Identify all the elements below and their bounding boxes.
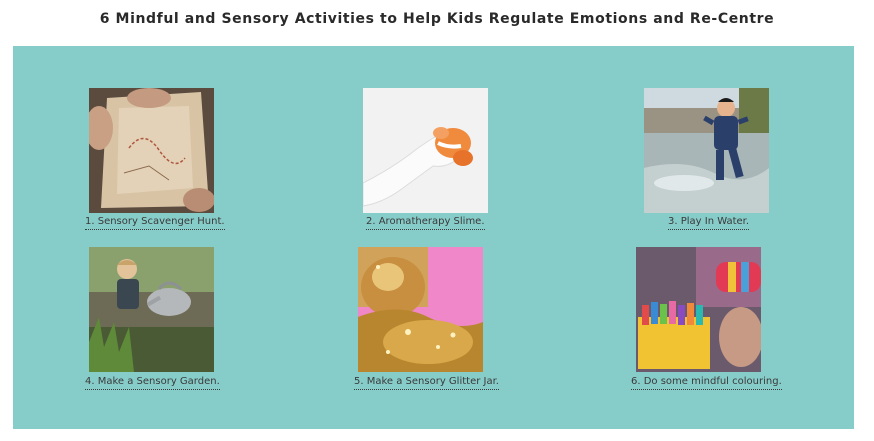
activity-image-6[interactable] — [636, 247, 761, 372]
child-watering-can-photo-icon — [89, 247, 214, 372]
activity-image-4[interactable] — [89, 247, 214, 372]
activity-link-5[interactable]: 5. Make a Sensory Glitter Jar. — [354, 376, 499, 390]
activity-link-6[interactable]: 6. Do some mindful colouring. — [631, 376, 782, 390]
child-running-water-photo-icon — [644, 88, 769, 213]
page-title: 6 Mindful and Sensory Activities to Help… — [99, 11, 775, 27]
activities-panel: 1. Sensory Scavenger Hunt. 2. Aromathera… — [13, 46, 854, 429]
activity-image-1[interactable] — [89, 88, 214, 213]
activity-link-2[interactable]: 2. Aromatherapy Slime. — [366, 216, 485, 230]
glitter-jar-photo-icon — [358, 247, 483, 372]
crayons-photo-icon — [636, 247, 761, 372]
treasure-map-photo-icon — [89, 88, 214, 213]
activity-image-5[interactable] — [358, 247, 483, 372]
activity-image-2[interactable] — [363, 88, 488, 213]
activity-link-1[interactable]: 1. Sensory Scavenger Hunt. — [85, 216, 225, 230]
activity-link-3[interactable]: 3. Play In Water. — [668, 216, 750, 230]
activity-image-3[interactable] — [644, 88, 769, 213]
slime-hand-photo-icon — [363, 88, 488, 213]
activity-link-4[interactable]: 4. Make a Sensory Garden. — [85, 376, 220, 390]
